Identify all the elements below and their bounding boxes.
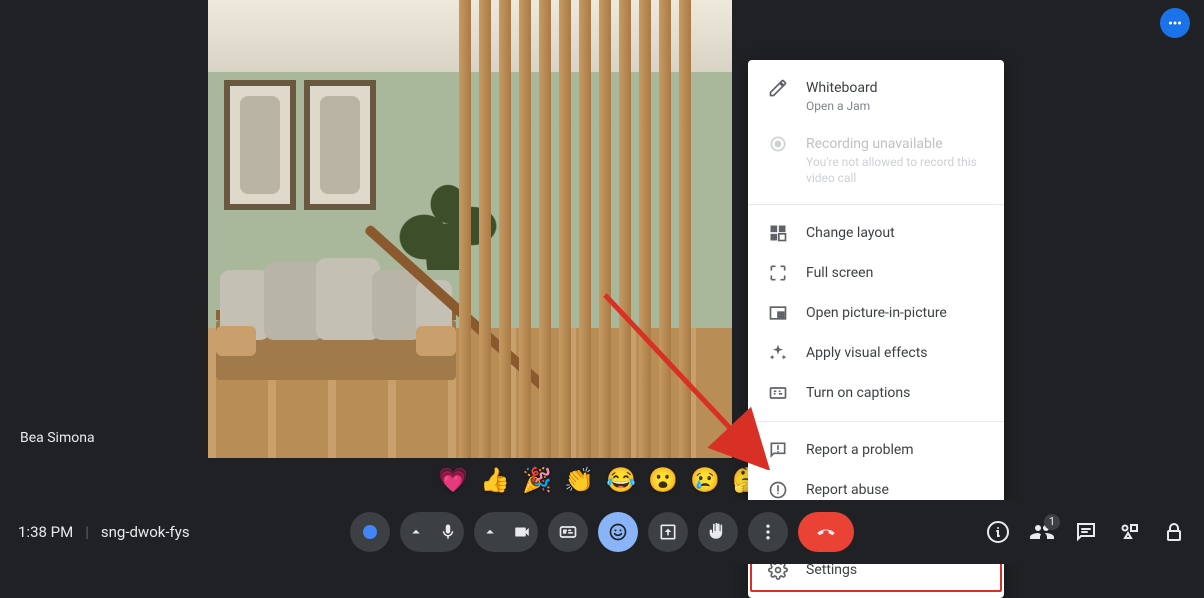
menu-label: Open picture-in-picture [806,303,947,323]
raise-hand-button[interactable] [698,512,738,552]
menu-label: Recording unavailable [806,134,984,154]
pip-icon [768,303,788,323]
reaction-laugh[interactable]: 😂 [606,466,634,494]
reaction-sad[interactable]: 😢 [690,466,718,494]
chat-button[interactable] [1074,520,1098,544]
reaction-thumbs-up[interactable]: 👍 [480,466,508,494]
camera-toggle-button[interactable] [506,512,538,552]
mic-toggle-button[interactable] [432,512,464,552]
bottom-bar: 1:38 PM | sng-dwok-fys 1 [0,500,1204,564]
reaction-clap[interactable]: 👏 [564,466,592,494]
microphone-control [400,512,464,552]
meeting-details-button[interactable] [986,520,1010,544]
menu-divider [748,204,1004,205]
right-controls: 1 [986,520,1186,544]
host-controls-button[interactable] [1162,520,1186,544]
menu-label: Change layout [806,223,895,243]
end-call-button[interactable] [798,512,854,552]
reactions-button[interactable] [598,512,638,552]
record-icon [768,134,788,154]
present-button[interactable] [648,512,688,552]
menu-label: Whiteboard [806,78,878,98]
extension-more-button[interactable] [1160,8,1190,38]
reaction-party[interactable]: 🎉 [522,466,550,494]
menu-divider [748,421,1004,422]
reaction-wow[interactable]: 😮 [648,466,676,494]
menu-label: Report a problem [806,440,914,460]
captions-icon [768,383,788,403]
camera-control [474,512,538,552]
pencil-icon [768,78,788,98]
separator: | [85,523,89,541]
menu-item-recording: Recording unavailable You're not allowed… [748,124,1004,196]
menu-item-fullscreen[interactable]: Full screen [748,253,1004,293]
menu-item-whiteboard[interactable]: Whiteboard Open a Jam [748,68,1004,124]
menu-sub: You're not allowed to record this video … [806,154,984,186]
menu-label: Turn on captions [806,383,910,403]
audio-indicator[interactable] [350,512,390,552]
more-options-button[interactable] [748,512,788,552]
clock-time: 1:38 PM [18,523,73,541]
menu-label: Apply visual effects [806,343,928,363]
menu-item-captions[interactable]: Turn on captions [748,373,1004,413]
menu-item-pip[interactable]: Open picture-in-picture [748,293,1004,333]
fullscreen-icon [768,263,788,283]
menu-label: Report abuse [806,480,889,500]
meeting-code: sng-dwok-fys [101,523,190,541]
activities-button[interactable] [1118,520,1142,544]
report-abuse-icon [768,480,788,500]
reaction-heart[interactable]: 💗 [438,466,466,494]
people-count-badge: 1 [1044,514,1060,530]
call-controls [350,512,854,552]
sparkle-icon [768,343,788,363]
people-button[interactable]: 1 [1030,520,1054,544]
participant-name: Bea Simona [20,430,95,446]
menu-item-visual-effects[interactable]: Apply visual effects [748,333,1004,373]
feedback-icon [768,440,788,460]
mic-options-button[interactable] [400,512,432,552]
meeting-info: 1:38 PM | sng-dwok-fys [18,523,190,541]
menu-item-report-problem[interactable]: Report a problem [748,430,1004,470]
camera-options-button[interactable] [474,512,506,552]
menu-sub: Open a Jam [806,98,878,114]
menu-item-change-layout[interactable]: Change layout [748,213,1004,253]
menu-label: Full screen [806,263,873,283]
captions-button[interactable] [548,512,588,552]
video-tile [208,0,732,458]
layout-icon [768,223,788,243]
